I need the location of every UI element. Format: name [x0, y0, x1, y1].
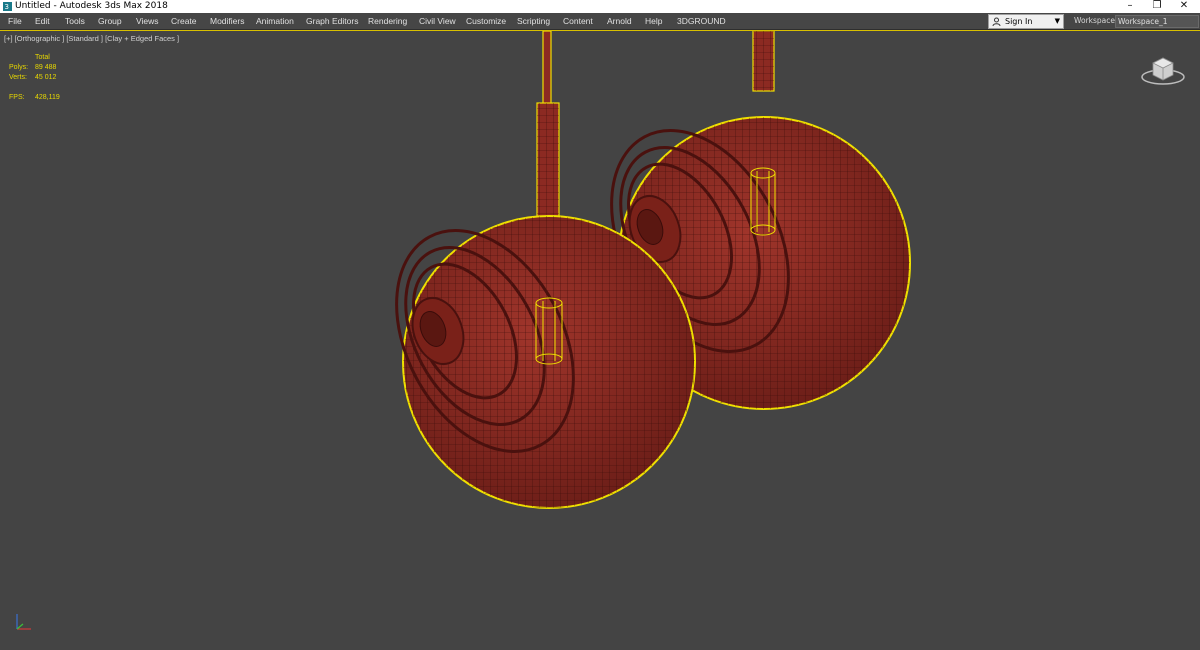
- menu-3dground[interactable]: 3DGROUND: [677, 13, 726, 29]
- title-bar: 3 Untitled - Autodesk 3ds Max 2018 – ❐ ✕: [0, 0, 1200, 13]
- app-logo-icon: 3: [3, 2, 12, 11]
- close-button[interactable]: ✕: [1164, 0, 1200, 13]
- front-lamp-cord: [542, 31, 552, 105]
- sign-in-label: Sign In: [1005, 17, 1033, 26]
- menu-animation[interactable]: Animation: [256, 13, 294, 29]
- workspace-select[interactable]: Workspace_1: [1115, 15, 1199, 28]
- viewcube-icon[interactable]: [1140, 53, 1186, 87]
- menu-views[interactable]: Views: [136, 13, 159, 29]
- window-title: Untitled - Autodesk 3ds Max 2018: [15, 1, 168, 11]
- menu-help[interactable]: Help: [645, 13, 662, 29]
- perspective-viewport[interactable]: [+] [Orthographic ] [Standard ] [Clay + …: [0, 30, 1200, 650]
- chevron-down-icon: ▼: [1054, 17, 1060, 25]
- menu-arnold[interactable]: Arnold: [607, 13, 632, 29]
- menu-create[interactable]: Create: [171, 13, 197, 29]
- front-lamp[interactable]: [361, 31, 696, 509]
- menu-content[interactable]: Content: [563, 13, 593, 29]
- menu-rendering[interactable]: Rendering: [368, 13, 407, 29]
- sign-in-dropdown[interactable]: Sign In ▼: [988, 14, 1064, 29]
- user-icon: [992, 17, 1001, 26]
- menu-civil-view[interactable]: Civil View: [419, 13, 456, 29]
- back-lamp-rod-wire: [753, 31, 774, 91]
- menu-graph-editors[interactable]: Graph Editors: [306, 13, 358, 29]
- menu-edit[interactable]: Edit: [35, 13, 50, 29]
- menu-group[interactable]: Group: [98, 13, 122, 29]
- axis-tripod-icon: [16, 614, 31, 630]
- menu-file[interactable]: File: [8, 13, 22, 29]
- menu-tools[interactable]: Tools: [65, 13, 85, 29]
- scene-canvas[interactable]: [0, 31, 1200, 650]
- menu-scripting[interactable]: Scripting: [517, 13, 550, 29]
- svg-text:3: 3: [5, 3, 9, 11]
- menu-modifiers[interactable]: Modifiers: [210, 13, 244, 29]
- menu-customize[interactable]: Customize: [466, 13, 506, 29]
